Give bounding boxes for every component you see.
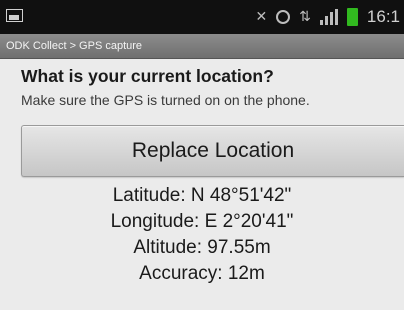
data-icon: ⇅ [299, 9, 311, 25]
altitude-value: Altitude: 97.55m [133, 237, 271, 258]
status-clock: 16:1 [366, 7, 400, 26]
app-title: ODK Collect > GPS capture [6, 40, 143, 52]
alarm-icon [276, 10, 291, 24]
longitude-value: Longitude: E 2°20'41" [110, 211, 294, 232]
question-label: What is your current location? [21, 66, 274, 86]
question-hint: Make sure the GPS is turned on on the ph… [21, 92, 310, 108]
battery-icon [346, 8, 358, 26]
gps-capture-screen: ✕ ⇅ 16:1 ODK Collect > GPS capture What … [0, 0, 404, 310]
location-readings: Latitude: N 48°51'42" Longitude: E 2°20'… [0, 183, 404, 287]
accuracy-value: Accuracy: 12m [139, 263, 265, 284]
image-notification-icon [6, 9, 23, 22]
status-icons: ✕ ⇅ 16:1 [255, 7, 400, 27]
signal-icon [319, 9, 338, 25]
status-bar: ✕ ⇅ 16:1 [0, 0, 404, 34]
app-title-bar: ODK Collect > GPS capture [0, 34, 404, 59]
mute-icon: ✕ [255, 9, 268, 25]
latitude-value: Latitude: N 48°51'42" [112, 185, 292, 206]
replace-location-button[interactable]: Replace Location [21, 125, 404, 177]
